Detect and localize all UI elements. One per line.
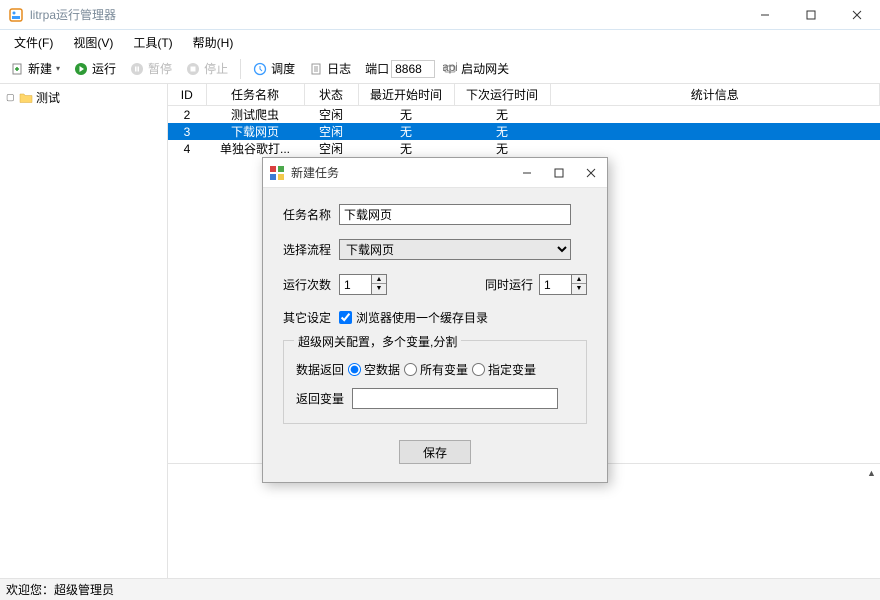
- new-button[interactable]: 新建 ▾: [4, 57, 66, 80]
- run-count-stepper[interactable]: ▲▼: [339, 274, 387, 295]
- stop-label: 停止: [204, 60, 228, 77]
- new-task-dialog: 新建任务 任务名称 选择流程 下载网页 运行次数 ▲▼ 同时运行 ▲▼: [262, 157, 608, 483]
- dialog-close-button[interactable]: [575, 158, 607, 188]
- menubar: 文件(F) 视图(V) 工具(T) 帮助(H): [0, 30, 880, 54]
- pause-icon: [130, 62, 144, 76]
- folder-icon: [19, 91, 33, 105]
- stop-icon: [186, 62, 200, 76]
- status-welcome: 欢迎您：超级管理员: [6, 581, 114, 598]
- log-button[interactable]: 日志: [303, 57, 357, 80]
- new-label: 新建: [28, 60, 52, 77]
- col-last-start[interactable]: 最近开始时间: [358, 84, 454, 106]
- dialog-maximize-button[interactable]: [543, 158, 575, 188]
- gateway-group-title: 超级网关配置，多个变量,分割: [294, 333, 461, 350]
- col-name[interactable]: 任务名称: [206, 84, 304, 106]
- return-var-label: 返回变量: [296, 390, 352, 407]
- spin-down-icon[interactable]: ▼: [372, 284, 386, 293]
- collapse-icon[interactable]: ▢: [6, 92, 16, 103]
- statusbar: 欢迎您：超级管理员: [0, 578, 880, 600]
- new-icon: [10, 62, 24, 76]
- log-icon: [309, 62, 323, 76]
- table-row[interactable]: 3 下载网页 空闲 无 无: [168, 123, 880, 140]
- port-input[interactable]: [391, 60, 435, 78]
- maximize-button[interactable]: [788, 0, 834, 30]
- dialog-icon: [269, 165, 285, 181]
- tree-panel: ▢ 测试: [0, 84, 168, 578]
- start-gateway-button[interactable]: api 启动网关: [437, 57, 515, 80]
- menu-view[interactable]: 视图(V): [63, 31, 123, 54]
- cache-checkbox[interactable]: [339, 311, 352, 324]
- menu-file[interactable]: 文件(F): [4, 31, 63, 54]
- spin-down-icon[interactable]: ▼: [572, 284, 586, 293]
- spin-up-icon[interactable]: ▲: [572, 275, 586, 284]
- table-row[interactable]: 2 测试爬虫 空闲 无 无: [168, 106, 880, 124]
- save-button[interactable]: 保存: [399, 440, 471, 464]
- schedule-button[interactable]: 调度: [247, 57, 301, 80]
- run-count-label: 运行次数: [283, 276, 339, 293]
- gateway-group: 超级网关配置，多个变量,分割 数据返回 空数据 所有变量 指定变量 返回变量: [283, 340, 587, 424]
- gateway-icon: api: [443, 62, 457, 76]
- col-id[interactable]: ID: [168, 84, 206, 106]
- data-return-label: 数据返回: [296, 361, 344, 378]
- dialog-minimize-button[interactable]: [511, 158, 543, 188]
- clock-icon: [253, 62, 267, 76]
- port-label: 端口: [365, 60, 389, 77]
- app-icon: [8, 7, 24, 23]
- play-icon: [74, 62, 88, 76]
- task-name-label: 任务名称: [283, 206, 339, 223]
- tree-root-item[interactable]: ▢ 测试: [6, 88, 161, 107]
- scroll-up-icon[interactable]: ▲: [863, 464, 880, 481]
- minimize-button[interactable]: [742, 0, 788, 30]
- select-process-label: 选择流程: [283, 241, 339, 258]
- menu-help[interactable]: 帮助(H): [183, 31, 244, 54]
- run-label: 运行: [92, 60, 116, 77]
- return-var-input[interactable]: [352, 388, 558, 409]
- radio-all-vars[interactable]: 所有变量: [404, 361, 468, 378]
- col-status[interactable]: 状态: [304, 84, 358, 106]
- schedule-label: 调度: [271, 60, 295, 77]
- task-name-input[interactable]: [339, 204, 571, 225]
- table-row[interactable]: 4 单独谷歌打... 空闲 无 无: [168, 140, 880, 157]
- window-titlebar: litrpa运行管理器: [0, 0, 880, 30]
- spin-up-icon[interactable]: ▲: [372, 275, 386, 284]
- toolbar: 新建 ▾ 运行 暂停 停止 调度 日志 端口 api 启动网关: [0, 54, 880, 84]
- other-settings-label: 其它设定: [283, 309, 339, 326]
- close-button[interactable]: [834, 0, 880, 30]
- run-button[interactable]: 运行: [68, 57, 122, 80]
- menu-tools[interactable]: 工具(T): [123, 31, 182, 54]
- pause-button[interactable]: 暂停: [124, 57, 178, 80]
- col-next-run[interactable]: 下次运行时间: [454, 84, 550, 106]
- pause-label: 暂停: [148, 60, 172, 77]
- separator: [240, 59, 241, 79]
- cache-checkbox-label: 浏览器使用一个缓存目录: [356, 309, 488, 326]
- log-label: 日志: [327, 60, 351, 77]
- window-title: litrpa运行管理器: [30, 6, 742, 23]
- dialog-titlebar[interactable]: 新建任务: [263, 158, 607, 188]
- gateway-label: 启动网关: [461, 60, 509, 77]
- concurrent-label: 同时运行: [485, 276, 533, 293]
- dialog-title: 新建任务: [291, 164, 511, 181]
- dropdown-icon: ▾: [56, 64, 60, 73]
- radio-specified-vars[interactable]: 指定变量: [472, 361, 536, 378]
- stop-button[interactable]: 停止: [180, 57, 234, 80]
- concurrent-stepper[interactable]: ▲▼: [539, 274, 587, 295]
- select-process-dropdown[interactable]: 下载网页: [339, 239, 571, 260]
- col-stats[interactable]: 统计信息: [550, 84, 880, 106]
- tree-root-label: 测试: [36, 89, 60, 106]
- svg-text:api: api: [443, 62, 457, 74]
- radio-empty-data[interactable]: 空数据: [348, 361, 400, 378]
